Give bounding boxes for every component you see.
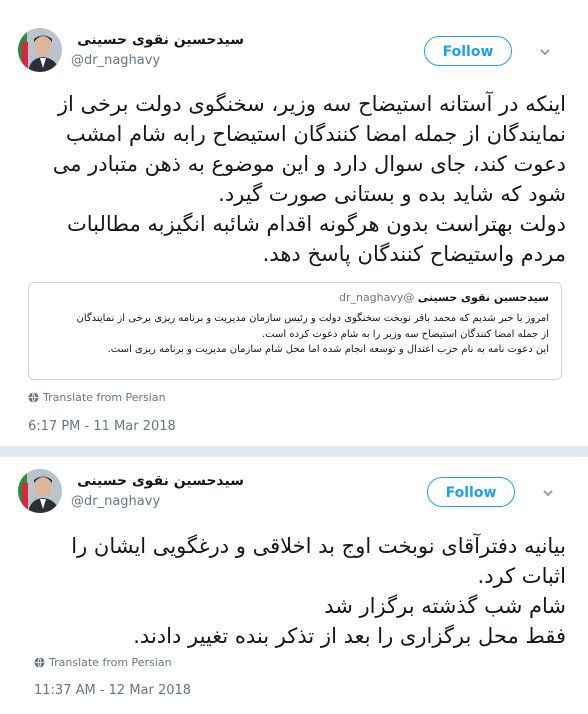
tweet-text-line: دولت بهتراست بدون هرگونه اقدام شائبه انگ…: [66, 212, 566, 236]
tweet-text-line: مردم واستیضاح کنندگان پاسخ دهد.: [262, 242, 566, 266]
tweet-text-line: نمایندگان از جمله امضا کنندگان استیضاح ر…: [65, 122, 566, 146]
tweet-2: سیدحسین نقوی حسینی @dr_naghavy Follow بی…: [0, 456, 588, 714]
follow-button[interactable]: Follow: [427, 477, 515, 507]
globe-icon: [34, 657, 45, 668]
translate-link[interactable]: Translate from Persian: [34, 656, 172, 669]
timestamp[interactable]: 11:37 AM - 12 Mar 2018: [34, 683, 191, 698]
tweet-text: اینکه در آستانه استیضاح سه وزیر، سخنگوی …: [53, 89, 566, 269]
tweet-text-line: شود که شاید بده و بستانی صورت گیرد.: [218, 182, 566, 206]
tweet-1: سیدحسین نقوی حسینی @dr_naghavy Follow ای…: [0, 0, 588, 447]
timestamp[interactable]: 6:17 PM - 11 Mar 2018: [28, 419, 176, 434]
tweet-text-line: اثبات کرد.: [477, 564, 566, 588]
chevron-down-icon[interactable]: [538, 44, 552, 58]
quoted-text: امروز با خبر شدیم که محمد باقر نوبخت سخن…: [76, 311, 549, 358]
tweet-separator: [0, 447, 588, 456]
tweet-text: بیانیه دفترآقای نوبخت اوج بد اخلاقی و در…: [71, 531, 566, 651]
quoted-text-line: این دعوت نامه به نام حزب اعتدال و توسعه …: [107, 344, 549, 355]
tweet-text-line: فقط محل برگزاری را بعد از تذکر بنده تغیی…: [133, 624, 566, 648]
avatar[interactable]: [18, 469, 62, 513]
author-name[interactable]: سیدحسین نقوی حسینی: [77, 473, 244, 489]
author-handle[interactable]: @dr_naghavy: [71, 53, 160, 68]
tweet-text-line: دعوت کند، جای سوال دارد و این موضوع به ذ…: [52, 152, 566, 176]
translate-label: Translate from Persian: [49, 656, 172, 669]
quoted-tweet[interactable]: سیدحسین نقوی حسینی @dr_naghavy امروز با …: [28, 282, 562, 380]
tweet-text-line: شام شب گذشته برگزار شد: [324, 594, 566, 618]
translate-label: Translate from Persian: [43, 391, 166, 404]
translate-link[interactable]: Translate from Persian: [28, 391, 166, 404]
globe-icon: [28, 392, 39, 403]
quoted-author-handle: @dr_naghavy: [338, 291, 415, 304]
follow-button[interactable]: Follow: [424, 36, 512, 66]
avatar-photo-icon: [18, 28, 62, 72]
quoted-author[interactable]: سیدحسین نقوی حسینی @dr_naghavy: [339, 291, 549, 304]
quoted-text-line: از جمله امضا کنندگان استیضاح سه وزیر را …: [262, 328, 549, 340]
avatar-photo-icon: [18, 469, 62, 513]
chevron-down-icon[interactable]: [541, 485, 555, 499]
author-handle[interactable]: @dr_naghavy: [71, 494, 160, 509]
avatar[interactable]: [18, 28, 62, 72]
quoted-text-line: امروز با خبر شدیم که محمد باقر نوبخت سخن…: [76, 313, 549, 324]
author-name[interactable]: سیدحسین نقوی حسینی: [77, 32, 244, 48]
quoted-author-name: سیدحسین نقوی حسینی: [417, 291, 549, 304]
tweet-text-line: بیانیه دفترآقای نوبخت اوج بد اخلاقی و در…: [71, 534, 566, 558]
tweet-text-line: اینکه در آستانه استیضاح سه وزیر، سخنگوی …: [57, 92, 566, 116]
